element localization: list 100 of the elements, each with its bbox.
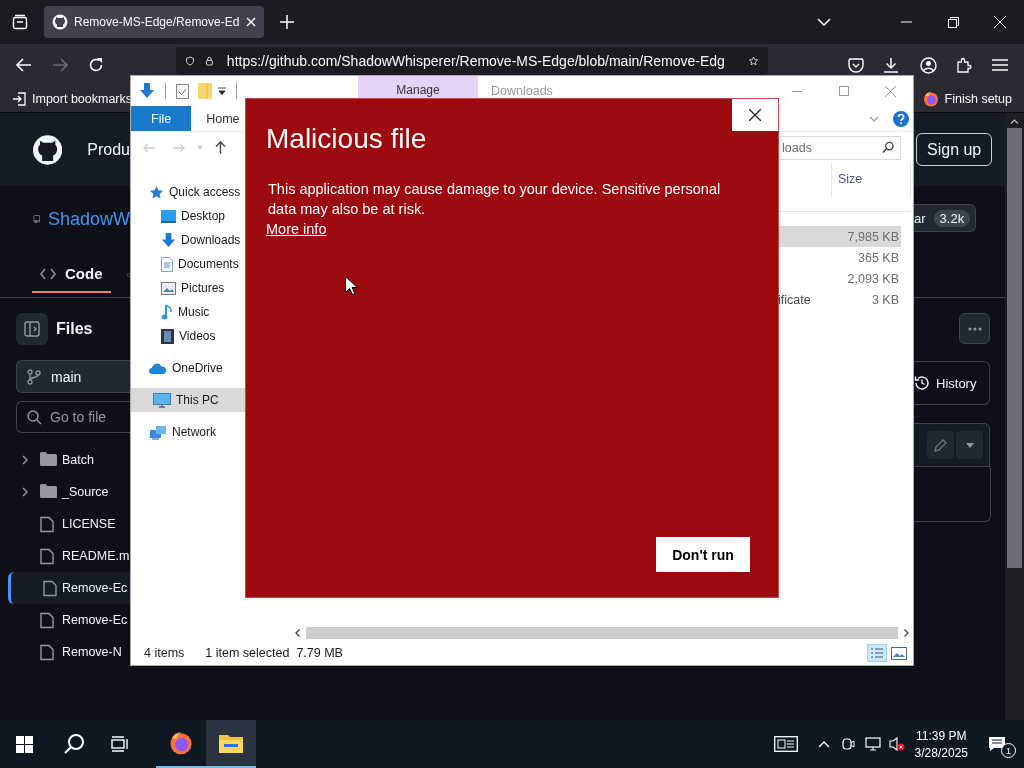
nav-label: Network bbox=[172, 425, 216, 439]
file-tree-item[interactable]: README.m bbox=[8, 540, 130, 572]
sign-up-button[interactable]: Sign up bbox=[916, 133, 993, 166]
dialog-title: Malicious file bbox=[266, 123, 428, 155]
cat-logo-icon[interactable] bbox=[33, 134, 63, 165]
maximize-icon[interactable] bbox=[839, 86, 849, 96]
file-tree-item[interactable]: Batch bbox=[8, 444, 130, 476]
file-tree-item[interactable]: _Source bbox=[8, 476, 130, 508]
file-tree-item[interactable]: LICENSE bbox=[8, 508, 130, 540]
network-icon bbox=[149, 424, 167, 440]
clock-icon bbox=[914, 375, 930, 391]
cloud-icon bbox=[149, 362, 167, 374]
close-button[interactable] bbox=[732, 99, 778, 131]
minimize-icon[interactable] bbox=[792, 90, 802, 92]
clock[interactable]: 11:39 PM 3/28/2025 bbox=[914, 728, 968, 760]
file-name: README.m bbox=[62, 549, 130, 563]
menu-icon[interactable] bbox=[992, 59, 1008, 71]
more-info-link[interactable]: More info bbox=[266, 221, 327, 237]
nav-label: OneDrive bbox=[172, 361, 223, 375]
file-icon bbox=[40, 612, 54, 629]
folder-icon bbox=[40, 452, 57, 466]
time-text: 11:39 PM bbox=[916, 728, 967, 743]
network-icon[interactable] bbox=[864, 737, 881, 751]
go-to-file-input[interactable]: Go to file bbox=[50, 409, 130, 425]
side-panel-button[interactable] bbox=[16, 313, 48, 345]
file-row[interactable]: 2,093 KB bbox=[778, 268, 901, 289]
search-icon[interactable] bbox=[63, 733, 85, 755]
file-manager-taskbar-button[interactable] bbox=[206, 720, 256, 768]
file-size: 7,985 KB bbox=[846, 229, 900, 244]
monitor-icon bbox=[153, 392, 171, 408]
restore-icon[interactable] bbox=[948, 16, 959, 28]
dropdown-button[interactable] bbox=[956, 431, 983, 459]
scroll-left-icon[interactable] bbox=[295, 629, 300, 637]
scroll-up-icon[interactable] bbox=[1010, 119, 1019, 124]
film-icon bbox=[161, 328, 174, 344]
news-icon[interactable] bbox=[773, 736, 798, 752]
star-icon bbox=[149, 184, 164, 200]
nav-label: This PC bbox=[176, 393, 219, 407]
file-row[interactable]: 365 KB bbox=[778, 247, 901, 268]
forward-icon[interactable] bbox=[52, 58, 68, 72]
start-icon[interactable] bbox=[16, 735, 33, 753]
address-bar[interactable]: https://github.com/ShadowWhisperer/Remove-MS-Edge/blob/main/Remove-Edg bbox=[176, 47, 768, 75]
properties-icon[interactable] bbox=[176, 83, 189, 99]
warning-message: This application may cause damage to your device. Sensitive personal data may also be at risk. bbox=[268, 180, 722, 219]
search-icon bbox=[27, 409, 42, 425]
branch-button[interactable]: main bbox=[16, 360, 130, 393]
download-arrow-icon[interactable] bbox=[139, 83, 155, 99]
bookmark[interactable]: Import bookmarks bbox=[12, 92, 133, 106]
music-note-icon bbox=[161, 304, 173, 320]
large-icons-view-icon[interactable] bbox=[891, 646, 907, 660]
pocket-icon[interactable] bbox=[848, 57, 864, 73]
scrollbar[interactable] bbox=[1005, 113, 1024, 720]
ellipsis-icon bbox=[967, 326, 982, 331]
file-row[interactable]: 7,985 KB bbox=[778, 226, 901, 247]
import-icon bbox=[12, 92, 26, 106]
file-name: Batch bbox=[62, 453, 94, 467]
browser-tab[interactable]: Remove-MS-Edge/Remove-Ed bbox=[44, 6, 264, 38]
file-size: 365 KB bbox=[857, 250, 900, 265]
star-button[interactable]: ar 3.2k bbox=[914, 204, 976, 232]
file-tree-item[interactable]: Remove-Ec bbox=[8, 604, 130, 636]
puzzle-icon[interactable] bbox=[956, 57, 972, 73]
file-icon bbox=[40, 516, 54, 533]
file-row[interactable]: ificate 3 KB bbox=[778, 289, 901, 310]
bookmark[interactable]: Finish setup bbox=[922, 91, 1012, 107]
go-to-file-field[interactable]: Go to file bbox=[16, 401, 130, 433]
scroll-right-icon[interactable] bbox=[904, 629, 909, 637]
download-arrow-icon bbox=[161, 232, 176, 248]
tab-list-icon[interactable] bbox=[12, 14, 28, 30]
column-header[interactable]: Size bbox=[831, 163, 911, 197]
dont-run-button[interactable]: Don't run bbox=[656, 537, 750, 572]
reload-icon[interactable] bbox=[88, 57, 104, 73]
nav-pane-item[interactable]: This PC bbox=[131, 388, 246, 412]
new-tab-icon[interactable] bbox=[280, 15, 294, 29]
repo-owner-link[interactable]: ShadowW bbox=[47, 208, 130, 230]
close-icon bbox=[749, 109, 761, 121]
file-icon bbox=[40, 644, 54, 661]
folder-icon bbox=[219, 733, 243, 753]
account-icon[interactable] bbox=[920, 56, 937, 74]
help-icon[interactable] bbox=[893, 110, 909, 127]
download-icon[interactable] bbox=[883, 57, 899, 73]
file-tree-item[interactable]: Remove-N bbox=[8, 636, 130, 668]
document-icon bbox=[161, 256, 173, 272]
up-icon[interactable] bbox=[215, 141, 226, 154]
nav-menu-item[interactable]: Produ bbox=[87, 140, 130, 159]
edit-button[interactable] bbox=[927, 431, 954, 459]
file-size: 3 KB bbox=[870, 292, 900, 307]
chevron-up-icon[interactable] bbox=[817, 740, 830, 748]
task-view-icon[interactable] bbox=[111, 736, 129, 752]
nav-label: Documents bbox=[178, 257, 239, 271]
ribbon-tab[interactable]: File bbox=[131, 106, 192, 131]
speaker-muted-icon[interactable] bbox=[888, 737, 905, 751]
status-text: 4 items bbox=[144, 646, 185, 660]
branch-icon bbox=[27, 368, 41, 385]
dropdown-icon[interactable] bbox=[218, 87, 226, 95]
meet-now-icon[interactable] bbox=[841, 737, 855, 751]
file-tree-item[interactable]: Remove-Ec bbox=[8, 572, 130, 604]
chevron-right-icon[interactable] bbox=[22, 487, 28, 497]
chevron-right-icon[interactable] bbox=[22, 455, 28, 465]
code-tab[interactable]: Code bbox=[32, 256, 111, 293]
window-title: Downloads bbox=[491, 84, 553, 98]
